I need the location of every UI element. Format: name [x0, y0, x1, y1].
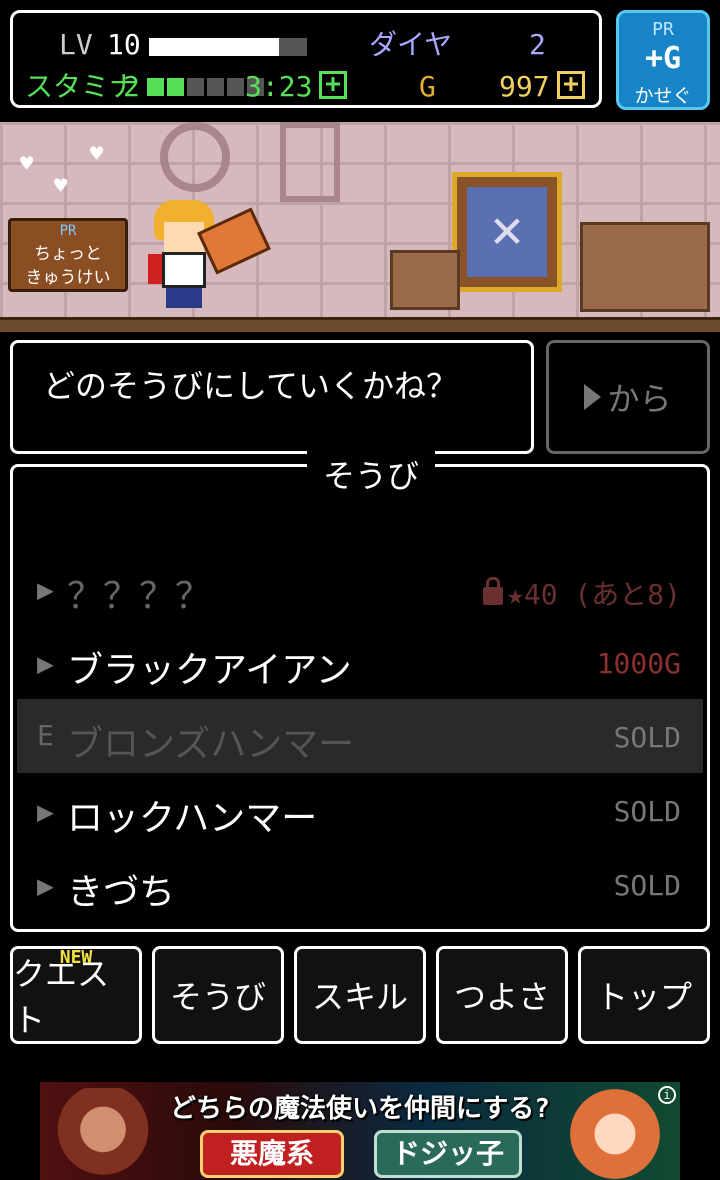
- floor: [0, 317, 720, 332]
- stamina-pip: [227, 78, 244, 96]
- rest-sign-button[interactable]: PR ちょっと きゅうけい: [8, 218, 128, 292]
- stamina-pip: [167, 78, 184, 96]
- stamina-pip: [187, 78, 204, 96]
- stamina-pip: [147, 78, 164, 96]
- equipment-price: SOLD: [613, 795, 681, 828]
- counter-decoration: [580, 222, 710, 312]
- equipment-price: SOLD: [613, 721, 681, 754]
- gold-value: 997: [499, 70, 550, 103]
- crate-decoration: [390, 250, 460, 310]
- new-badge: NEW: [59, 947, 93, 968]
- tab-top[interactable]: トップ: [578, 946, 710, 1044]
- wall-armor-decoration: [280, 122, 340, 202]
- equipment-row-equipped[interactable]: E ブロンズハンマー SOLD: [17, 699, 703, 773]
- add-stamina-button[interactable]: +: [319, 71, 347, 99]
- equipment-name: ？？？？: [67, 576, 212, 617]
- add-gold-button[interactable]: +: [557, 71, 585, 99]
- equipment-name: ブロンズハンマー: [67, 724, 355, 765]
- exp-bar: [149, 38, 307, 56]
- tab-equipment[interactable]: そうび: [152, 946, 284, 1044]
- arrow-icon: ▶: [37, 795, 54, 828]
- play-arrow-icon: [584, 384, 602, 410]
- level-label: LV: [59, 28, 93, 61]
- status-panel: LV 10 ダイヤ 2 スタミナ 2 3:23 + G 997 +: [10, 10, 602, 108]
- equipped-marker: E: [37, 719, 54, 752]
- tab-label: そうび: [169, 978, 266, 1016]
- equipment-price: 1000G: [596, 647, 681, 680]
- crossed-swords-icon: ✕: [490, 197, 524, 260]
- arrow-icon: ▶: [37, 869, 54, 902]
- bird-icon: ♥: [54, 174, 68, 199]
- ad-option-clumsy-button[interactable]: ドジッ子: [374, 1130, 522, 1178]
- tab-label: つよさ: [453, 978, 550, 1016]
- stamina-pip: [207, 78, 224, 96]
- earn-label: かせぐ: [634, 85, 692, 107]
- unequip-button[interactable]: から: [546, 340, 710, 454]
- equipment-panel: そうび ▶ ？？？？ ★40 (あと8) ▶ ブラックアイアン 1000G E …: [10, 451, 710, 932]
- weapon-shop-emblem: ✕: [452, 172, 562, 292]
- bottom-nav: NEW クエスト そうび スキル つよさ トップ: [10, 946, 710, 1044]
- tab-label: スキル: [311, 978, 408, 1016]
- ad-info-icon[interactable]: i: [658, 1086, 676, 1104]
- message-text: どのそうびにしていくかね？: [43, 367, 459, 405]
- message-box: どのそうびにしていくかね？: [10, 340, 534, 454]
- tab-label: トップ: [595, 978, 692, 1016]
- equipment-name: ブラックアイアン: [67, 650, 352, 691]
- exp-bar-fill: [149, 38, 279, 56]
- gold-label: G: [419, 70, 436, 103]
- stamina-value: 2: [123, 70, 140, 103]
- bird-icon: ♥: [90, 142, 104, 167]
- equipment-price: SOLD: [613, 869, 681, 902]
- rest-sign-line2: きゅうけい: [25, 268, 111, 288]
- equipment-row[interactable]: ▶ ブラックアイアン 1000G: [17, 625, 703, 699]
- equipment-price: ★40 (あと8): [482, 573, 681, 613]
- plus-gold-label: +G: [644, 41, 682, 76]
- diamond-label: ダイヤ: [369, 28, 453, 61]
- equipment-row-locked[interactable]: ▶ ？？？？ ★40 (あと8): [17, 551, 703, 625]
- level-value: 10: [107, 28, 141, 61]
- unequip-label: から: [607, 380, 672, 418]
- equipment-row[interactable]: ▶ ロックハンマー SOLD: [17, 773, 703, 847]
- tab-quest[interactable]: NEW クエスト: [10, 946, 142, 1044]
- ad-banner[interactable]: どちらの魔法使いを仲間にする? 悪魔系 ドジッ子 i: [40, 1082, 680, 1180]
- pr-label: PR: [652, 19, 674, 40]
- diamond-value: 2: [529, 28, 546, 61]
- equipment-name: ロックハンマー: [67, 798, 318, 839]
- equipment-row[interactable]: ▶ きづち SOLD: [17, 847, 703, 921]
- ad-title: どちらの魔法使いを仲間にする?: [170, 1094, 550, 1124]
- ad-option-demon-button[interactable]: 悪魔系: [200, 1130, 344, 1178]
- arrow-icon: ▶: [37, 647, 54, 680]
- tab-stats[interactable]: つよさ: [436, 946, 568, 1044]
- earn-gold-button[interactable]: PR +G かせぐ: [616, 10, 710, 110]
- pr-label: PR: [59, 223, 77, 239]
- wall-shield-decoration: [160, 122, 230, 192]
- shop-scene: ✕ ♥ ♥ ♥ PR ちょっと きゅうけい: [0, 122, 720, 332]
- bird-icon: ♥: [20, 152, 34, 177]
- rest-sign-line1: ちょっと: [34, 244, 102, 264]
- stamina-label: スタミナ: [25, 70, 138, 103]
- tab-skill[interactable]: スキル: [294, 946, 426, 1044]
- equipment-title: そうび: [307, 451, 435, 497]
- equipment-name: きづち: [67, 872, 176, 913]
- stamina-timer: 3:23: [245, 70, 313, 103]
- lock-icon: [482, 577, 503, 605]
- arrow-icon: ▶: [37, 573, 54, 606]
